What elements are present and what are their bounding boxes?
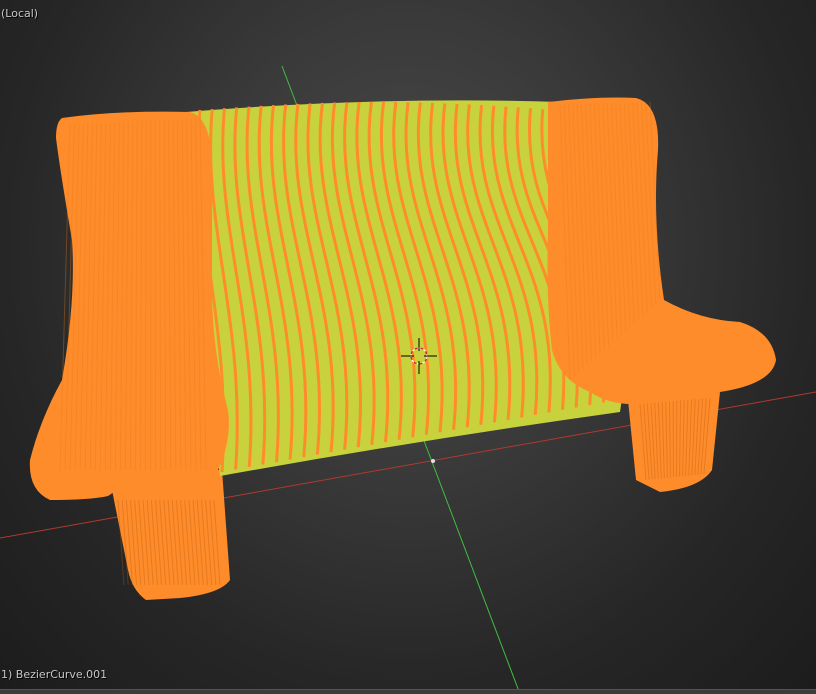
viewport-bottom-edge xyxy=(0,689,816,694)
mesh-wire-line xyxy=(145,120,147,471)
bench-left-side-panel xyxy=(29,111,229,500)
view-mode-label: (Local) xyxy=(1,7,39,20)
3d-viewport[interactable]: (Local) 1) BezierCurve.001 xyxy=(0,0,816,694)
bench-right-side-panel xyxy=(547,97,776,404)
object-origin-dot xyxy=(431,459,435,463)
viewport-scene[interactable] xyxy=(0,0,816,694)
active-object-label: 1) BezierCurve.001 xyxy=(1,668,108,681)
